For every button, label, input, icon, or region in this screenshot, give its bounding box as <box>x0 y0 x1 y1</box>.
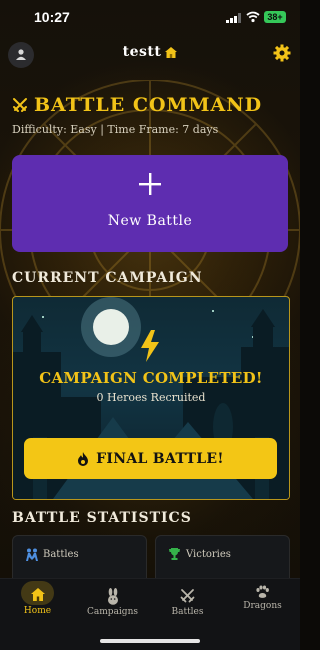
crossed-swords-icon <box>13 98 27 112</box>
lightning-bolt-icon <box>141 330 159 362</box>
campaign-status-text: CAMPAIGN COMPLETED! <box>39 369 263 387</box>
rabbit-icon <box>107 588 118 605</box>
final-battle-button[interactable]: FINAL BATTLE! <box>24 438 277 479</box>
battle-command-heading: BATTLE COMMAND <box>12 94 262 116</box>
wifi-icon <box>246 11 260 23</box>
new-battle-label: New Battle <box>107 213 193 229</box>
victories-label: Victories <box>186 549 231 560</box>
battle-statistics-heading: BATTLE STATISTICS <box>12 510 192 526</box>
app-header: testt <box>0 36 300 72</box>
status-time: 10:27 <box>34 9 70 25</box>
battles-label: Battles <box>43 549 79 560</box>
campaign-card: CAMPAIGN COMPLETED! 0 Heroes Recruited F… <box>12 296 290 500</box>
fighters-icon <box>26 548 38 561</box>
battery-indicator: 38+ <box>264 11 286 23</box>
current-campaign-heading: CURRENT CAMPAIGN <box>12 270 203 286</box>
heading-text: BATTLE COMMAND <box>34 94 263 116</box>
page-title: testt <box>0 44 300 60</box>
tab-home-label: Home <box>23 606 52 616</box>
crossed-swords-icon <box>180 589 195 603</box>
tab-campaigns-label: Campaigns <box>87 607 138 617</box>
plus-icon <box>139 173 161 195</box>
settings-gear-icon[interactable] <box>273 44 291 62</box>
paw-icon <box>256 585 269 598</box>
status-bar: 10:27 38+ <box>0 0 300 36</box>
trophy-icon <box>169 548 180 560</box>
difficulty-timeframe-text: Difficulty: Easy | Time Frame: 7 days <box>12 123 219 136</box>
tab-home[interactable]: Home <box>0 579 75 650</box>
home-icon <box>30 588 45 601</box>
tab-dragons[interactable]: Dragons <box>225 579 300 650</box>
final-battle-label: FINAL BATTLE! <box>96 450 224 467</box>
new-battle-button[interactable]: New Battle <box>12 155 288 252</box>
home-indicator <box>100 639 200 643</box>
tab-dragons-label: Dragons <box>243 601 282 611</box>
heroes-recruited-text: 0 Heroes Recruited <box>96 391 206 404</box>
house-icon <box>165 46 178 58</box>
fire-icon <box>78 451 89 466</box>
tab-battles-label: Battles <box>171 607 204 617</box>
page-title-text: testt <box>122 44 162 60</box>
signal-icon <box>226 13 241 23</box>
